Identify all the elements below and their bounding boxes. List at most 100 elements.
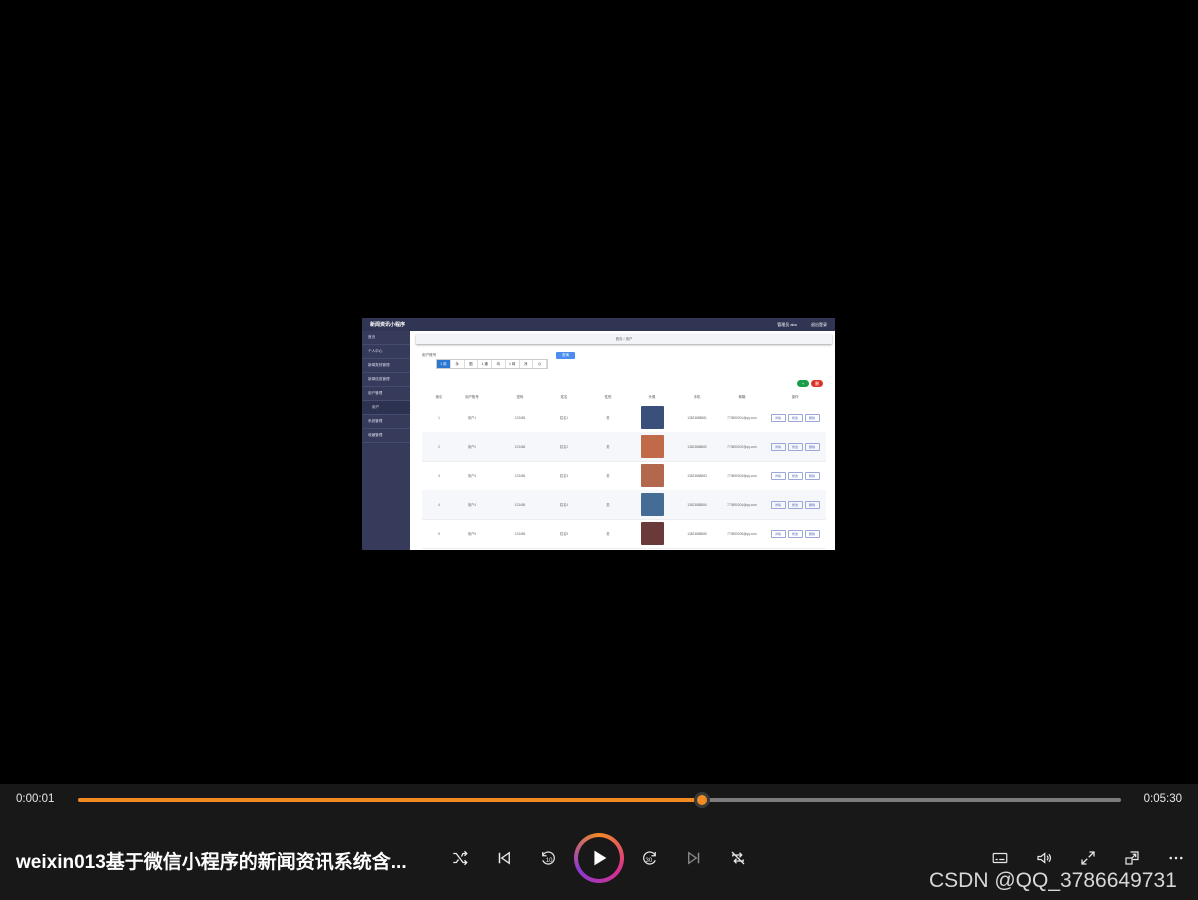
current-time: 0:00:01 xyxy=(16,793,55,805)
frame-cell: 123456 xyxy=(514,502,526,507)
frame-user-label: 管理员 abo xyxy=(777,322,797,327)
frame-table-row: 2 用户2 123456 姓名2 男 13823888882 773890002@qq.co… xyxy=(422,432,826,462)
frame-sidebar-item: 首页 xyxy=(362,331,410,345)
frame-ops-cell: 详情 修改 删除 xyxy=(764,442,826,451)
fullscreen-icon xyxy=(1081,851,1095,865)
mini-player-button[interactable] xyxy=(1118,844,1146,872)
frame-logout: 退出登录 xyxy=(811,322,827,327)
skip-previous-icon xyxy=(498,851,510,865)
frame-add-button: + xyxy=(797,380,809,387)
frame-ime-toolbar: 1 用 永 图 1 通 均 1 网 凉 Q xyxy=(436,359,548,369)
video-title: weixin013基于微信小程序的新闻资讯系统含... xyxy=(16,852,407,873)
frame-col-header: 性别 xyxy=(604,395,612,399)
frame-cell: 姓名5 xyxy=(559,532,569,536)
frame-cell: 姓名4 xyxy=(559,503,569,507)
frame-avatar xyxy=(640,492,664,516)
frame-cell: 男 xyxy=(606,416,610,420)
frame-cell: 姓名1 xyxy=(559,416,569,420)
more-options-icon xyxy=(1169,856,1183,860)
frame-cell: 姓名2 xyxy=(559,445,569,449)
frame-col-header: 操作 xyxy=(791,395,799,399)
forward-30-icon: 30 xyxy=(643,851,656,865)
forward-30-button[interactable]: 30 xyxy=(636,844,664,872)
rewind-10-button[interactable]: 10 xyxy=(534,844,562,872)
frame-cell: 用户3 xyxy=(467,474,477,478)
captions-icon xyxy=(992,852,1008,864)
frame-col-header: 姓名 xyxy=(560,395,568,399)
frame-cell: 123456 xyxy=(514,531,526,536)
frame-cell: 123456 xyxy=(514,415,526,420)
frame-sidebar-item: 新闻信息管理 xyxy=(362,373,410,387)
frame-cell: 123456 xyxy=(514,473,526,478)
repeat-off-button[interactable] xyxy=(724,844,752,872)
frame-cell: 5 xyxy=(438,531,440,536)
frame-avatar xyxy=(640,521,664,545)
more-options-button[interactable] xyxy=(1162,844,1190,872)
shuffle-button[interactable] xyxy=(446,844,474,872)
frame-row-action: 详情 xyxy=(770,442,786,451)
frame-delete-button: 删 xyxy=(811,380,823,387)
duration-time: 0:05:30 xyxy=(1143,793,1182,805)
frame-ops-cell: 详情 修改 删除 xyxy=(764,529,826,538)
frame-row-action: 删除 xyxy=(804,529,820,538)
frame-col-header: 索引 xyxy=(435,395,443,399)
frame-row-action: 详情 xyxy=(770,500,786,509)
video-frame[interactable]: 新闻资讯小程序 管理员 abo 退出登录 首页 个人中心 新闻类别管理 新闻信息… xyxy=(362,318,835,550)
seek-bar[interactable] xyxy=(78,792,1121,808)
frame-col-header: 密码 xyxy=(516,395,524,399)
frame-sidebar-item: 新闻类别管理 xyxy=(362,359,410,373)
frame-sidebar-item: 收藏管理 xyxy=(362,429,410,443)
frame-avatar-cell xyxy=(630,521,674,546)
frame-cell: 男 xyxy=(606,532,610,536)
frame-avatar-cell xyxy=(630,434,674,459)
frame-table-header: 索引 用户账号 密码 姓名 性别 头像 手机 邮箱 操作 xyxy=(422,394,826,402)
frame-row-action: 详情 xyxy=(770,471,786,480)
frame-breadcrumb: 首页 / 用户 xyxy=(416,334,832,344)
frame-cell: 3 xyxy=(438,473,440,478)
frame-toolbar-item: 1 网 xyxy=(506,360,520,368)
frame-toolbar-item: 凉 xyxy=(520,360,534,368)
frame-toolbar-item: 图 xyxy=(465,360,479,368)
frame-cell: 773890004@qq.com xyxy=(727,502,757,507)
frame-ops-cell: 详情 修改 删除 xyxy=(764,471,826,480)
volume-button[interactable] xyxy=(1030,844,1058,872)
frame-table-row: 3 用户3 123456 姓名3 男 13823888883 773890003@qq.co… xyxy=(422,461,826,491)
next-button[interactable] xyxy=(680,844,708,872)
frame-avatar xyxy=(640,405,664,429)
frame-cell: 773890001@qq.com xyxy=(727,415,757,420)
frame-table-row: 1 用户1 123456 姓名1 男 13823888881 773890001@qq.co… xyxy=(422,403,826,433)
fullscreen-button[interactable] xyxy=(1074,844,1102,872)
frame-row-action: 删除 xyxy=(804,471,820,480)
frame-row-action: 修改 xyxy=(787,500,803,509)
play-button[interactable] xyxy=(574,833,624,883)
frame-cell: 用户4 xyxy=(467,503,477,507)
frame-row-action: 修改 xyxy=(787,442,803,451)
seek-handle[interactable] xyxy=(693,792,710,808)
previous-button[interactable] xyxy=(490,844,518,872)
skip-next-icon xyxy=(688,851,700,865)
mini-player-icon xyxy=(1125,851,1139,865)
volume-icon xyxy=(1037,852,1051,864)
frame-ops-cell: 详情 修改 删除 xyxy=(764,413,826,422)
frame-row-action: 删除 xyxy=(804,442,820,451)
frame-sidebar-item: 系统管理 xyxy=(362,415,410,429)
frame-sidebar-item: 用户 xyxy=(362,401,410,415)
frame-cell: 男 xyxy=(606,445,610,449)
frame-col-header: 手机 xyxy=(693,395,701,399)
frame-cell: 用户2 xyxy=(467,445,477,449)
frame-topbar: 新闻资讯小程序 管理员 abo 退出登录 xyxy=(362,318,835,331)
frame-cell: 13823888883 xyxy=(687,473,707,478)
frame-toolbar-item: Q xyxy=(533,360,547,368)
seek-progress xyxy=(78,798,702,802)
shuffle-icon xyxy=(453,850,468,866)
frame-cell: 13823888885 xyxy=(687,531,707,536)
captions-button[interactable] xyxy=(986,844,1014,872)
frame-cell: 13823888884 xyxy=(687,502,707,507)
watermark: CSDN @QQ_3786649731 xyxy=(929,869,1177,892)
frame-cell: 773890002@qq.com xyxy=(727,444,757,449)
frame-toolbar-item: 1 通 xyxy=(478,360,492,368)
frame-cell: 用户1 xyxy=(467,416,477,420)
frame-cell: 1 xyxy=(438,415,440,420)
play-icon xyxy=(594,850,607,866)
frame-search-label: 用户账号 xyxy=(422,353,437,357)
